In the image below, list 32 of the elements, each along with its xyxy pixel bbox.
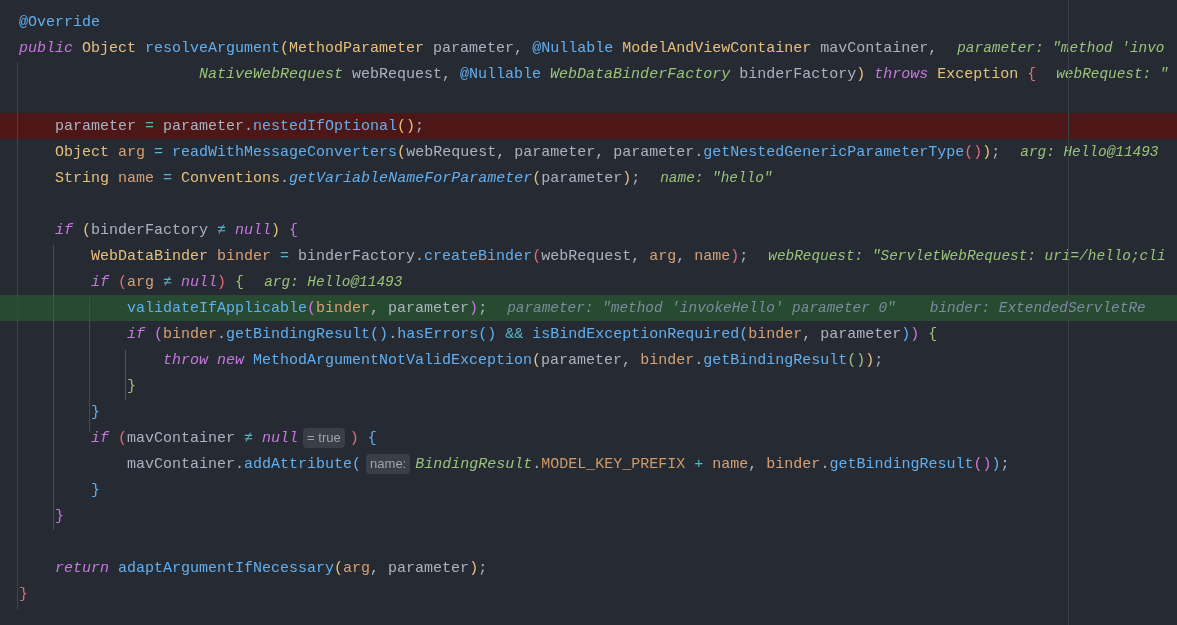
- code-text: NativeWebRequest webRequest, @Nullable WebDataBinderFactory binderFactory) throws Exception {: [198, 65, 1037, 83]
- inline-debug-value: arg: Hello@11493: [264, 274, 403, 290]
- code-text: WebDataBinder binder = binderFactory.createBinder(webRequest, arg, name);: [90, 247, 749, 265]
- inlay-hint: name:: [366, 454, 411, 474]
- code-text: BindingResult.MODEL_KEY_PREFIX + name, binder.getBindingResult());: [415, 455, 1010, 473]
- code-text: @Override: [19, 13, 100, 31]
- inline-debug-value: webRequest: ": [1056, 66, 1169, 82]
- inline-debug-value: webRequest: "ServletWebRequest: uri=/hello;cli: [768, 248, 1166, 264]
- code-text: if (arg ≠ null) {: [90, 273, 245, 291]
- code-text: }: [126, 377, 137, 395]
- code-text: if (mavContainer ≠ null: [90, 429, 299, 447]
- inline-debug-value: parameter: "method 'invo: [957, 40, 1165, 56]
- inline-debug-value: name: "hello": [660, 170, 773, 186]
- code-text: mavContainer.addAttribute(: [126, 455, 362, 473]
- code-text: String name = Conventions.getVariableNameForParameter(parameter);: [54, 169, 641, 187]
- code-text: }: [54, 507, 64, 525]
- code-text: throw new MethodArgumentNotValidException(parameter, binder.getBindingResult());: [162, 351, 884, 369]
- code-text: }: [19, 585, 28, 603]
- code-text: }: [90, 403, 100, 421]
- inline-debug-value: arg: Hello@11493: [1020, 144, 1159, 160]
- code-text: public Object resolveArgument(MethodParameter parameter, @Nullable ModelAndViewContainer mavContainer,: [19, 39, 938, 57]
- code-text: parameter = parameter.nestedIfOptional();: [54, 117, 425, 135]
- code-text: return adaptArgumentIfNecessary(arg, parameter);: [54, 559, 488, 577]
- code-text: if (binderFactory ≠ null) {: [54, 221, 299, 239]
- code-text: ) {: [349, 429, 377, 447]
- inlay-hint: = true: [303, 428, 345, 448]
- code-text: if (binder.getBindingResult().hasErrors() && isBindExceptionRequired(binder, parameter)) {: [126, 325, 938, 343]
- code-text: }: [90, 481, 100, 499]
- inline-debug-value: parameter: "method 'invokeHello' parameter 0": [507, 300, 896, 316]
- code-text: Object arg = readWithMessageConverters(webRequest, parameter, parameter.getNestedGenericParameterType());: [54, 143, 1001, 161]
- code-text: validateIfApplicable(binder, parameter);: [126, 299, 488, 317]
- inline-debug-value: binder: ExtendedServletRe: [929, 300, 1146, 316]
